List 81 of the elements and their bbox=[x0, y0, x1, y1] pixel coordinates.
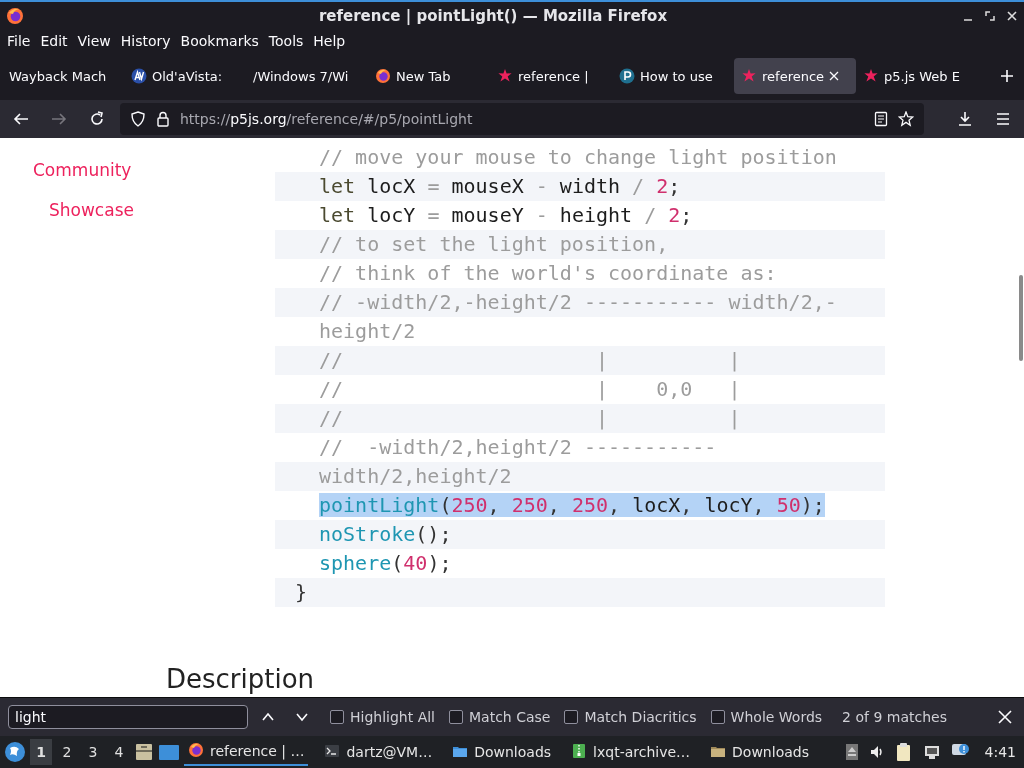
taskbar-task[interactable]: reference | … bbox=[184, 738, 309, 766]
sidebar-link[interactable]: Showcase bbox=[0, 198, 275, 238]
menu-item[interactable]: View bbox=[72, 33, 116, 49]
desktop-switch[interactable]: 2 bbox=[56, 739, 78, 765]
find-field[interactable]: light bbox=[8, 705, 248, 729]
address-bar[interactable]: https://p5js.org/reference/#/p5/pointLight bbox=[120, 103, 924, 135]
code-line: // -width/2,height/2 ----------- width/2,height/2 bbox=[319, 435, 718, 488]
star-bookmark-icon[interactable] bbox=[898, 111, 914, 127]
firefox-icon bbox=[6, 7, 24, 25]
reader-view-icon[interactable] bbox=[874, 111, 888, 127]
taskbar-task[interactable]: Downloads bbox=[448, 738, 556, 766]
file-cabinet-icon[interactable] bbox=[134, 742, 154, 762]
menu-item[interactable]: File bbox=[2, 33, 36, 49]
plus-icon[interactable] bbox=[1000, 69, 1014, 83]
menu-item[interactable]: Tools bbox=[263, 33, 309, 49]
code-line: } bbox=[295, 580, 308, 604]
lock-icon[interactable] bbox=[156, 111, 170, 127]
browser-tab[interactable]: Old'aVista: bbox=[124, 58, 246, 94]
clock: 4:41 bbox=[984, 744, 1016, 760]
star-icon bbox=[863, 68, 879, 84]
section-heading: Description bbox=[166, 664, 316, 694]
taskbar-task[interactable]: lxqt-archive… bbox=[567, 738, 695, 766]
browser-tab[interactable]: reference bbox=[734, 58, 856, 94]
close-icon[interactable] bbox=[1006, 10, 1018, 22]
checkbox[interactable] bbox=[564, 710, 579, 724]
checkbox-label[interactable]: Whole Words bbox=[730, 709, 823, 725]
checkbox-label[interactable]: Highlight All bbox=[350, 709, 435, 725]
firefox-icon bbox=[188, 742, 206, 760]
code-line: // to set the light position, bbox=[319, 232, 669, 256]
menu-item[interactable]: Edit bbox=[35, 33, 73, 49]
browser-tab[interactable]: New Tab bbox=[368, 58, 490, 94]
forward-icon[interactable] bbox=[51, 111, 67, 127]
start-menu-icon[interactable] bbox=[4, 741, 26, 763]
browser-tab[interactable]: How to use bbox=[612, 58, 734, 94]
taskbar-task[interactable]: dartz@VM… bbox=[320, 738, 437, 766]
sidebar-link[interactable]: Community bbox=[0, 158, 275, 198]
menu-item[interactable]: History bbox=[115, 33, 176, 49]
browser-tab[interactable]: p5.js Web E bbox=[856, 58, 978, 94]
checkbox[interactable] bbox=[710, 710, 725, 724]
menu-item[interactable]: Help bbox=[308, 33, 351, 49]
code-line: noStroke(); bbox=[319, 522, 452, 546]
window-title: reference | pointLight() — Mozilla Firefox bbox=[317, 7, 669, 25]
code-line: // | 0,0 | bbox=[319, 377, 741, 401]
code-line: let locX = mouseX - width / 2; bbox=[319, 174, 681, 198]
checkbox-label[interactable]: Match Case bbox=[469, 709, 551, 725]
window-icon[interactable] bbox=[158, 742, 180, 762]
browser-tab[interactable]: /Windows 7/Wi bbox=[246, 58, 368, 94]
star-icon bbox=[497, 68, 513, 84]
shield-icon[interactable] bbox=[130, 111, 146, 127]
scrollbar[interactable] bbox=[1019, 275, 1023, 361]
star-icon bbox=[741, 68, 757, 84]
reload-icon[interactable] bbox=[89, 111, 105, 127]
code-line: // think of the world's coordinate as: bbox=[319, 261, 777, 285]
av-logo-icon bbox=[131, 68, 147, 84]
firefox-icon bbox=[375, 68, 391, 84]
code-line: sphere(40); bbox=[319, 551, 452, 575]
menu-item[interactable]: Bookmarks bbox=[175, 33, 264, 49]
browser-tab[interactable]: reference | bbox=[490, 58, 612, 94]
back-icon[interactable] bbox=[13, 111, 29, 127]
code-line: // move your mouse to change light position bbox=[319, 145, 837, 169]
browser-tab[interactable]: Wayback Mach bbox=[2, 58, 124, 94]
checkbox[interactable] bbox=[449, 710, 463, 724]
volume-icon[interactable] bbox=[868, 744, 885, 760]
maximize-icon[interactable] bbox=[984, 10, 996, 22]
code-line: // -width/2,-height/2 ----------- width/2,-height/2 bbox=[319, 290, 837, 343]
p-logo-icon bbox=[619, 68, 635, 84]
checkbox[interactable] bbox=[330, 710, 344, 724]
download-icon[interactable] bbox=[957, 111, 973, 127]
code-line: let locY = mouseY - height / 2; bbox=[319, 203, 693, 227]
checkbox-label[interactable]: Match Diacritics bbox=[584, 709, 697, 725]
network-icon[interactable] bbox=[922, 743, 941, 761]
clipboard-icon[interactable] bbox=[894, 742, 913, 762]
code-line: // | | bbox=[319, 406, 741, 430]
desktop-switch[interactable]: 4 bbox=[108, 739, 130, 765]
menu-icon[interactable] bbox=[995, 111, 1011, 127]
match-count: 2 of 9 matches bbox=[842, 709, 947, 725]
taskbar-task[interactable]: Downloads bbox=[706, 738, 813, 766]
desktop-switch[interactable]: 3 bbox=[82, 739, 104, 765]
desktop-switch[interactable]: 1 bbox=[30, 739, 52, 765]
code-line: // | | bbox=[319, 348, 741, 372]
eject-icon[interactable] bbox=[844, 743, 859, 761]
